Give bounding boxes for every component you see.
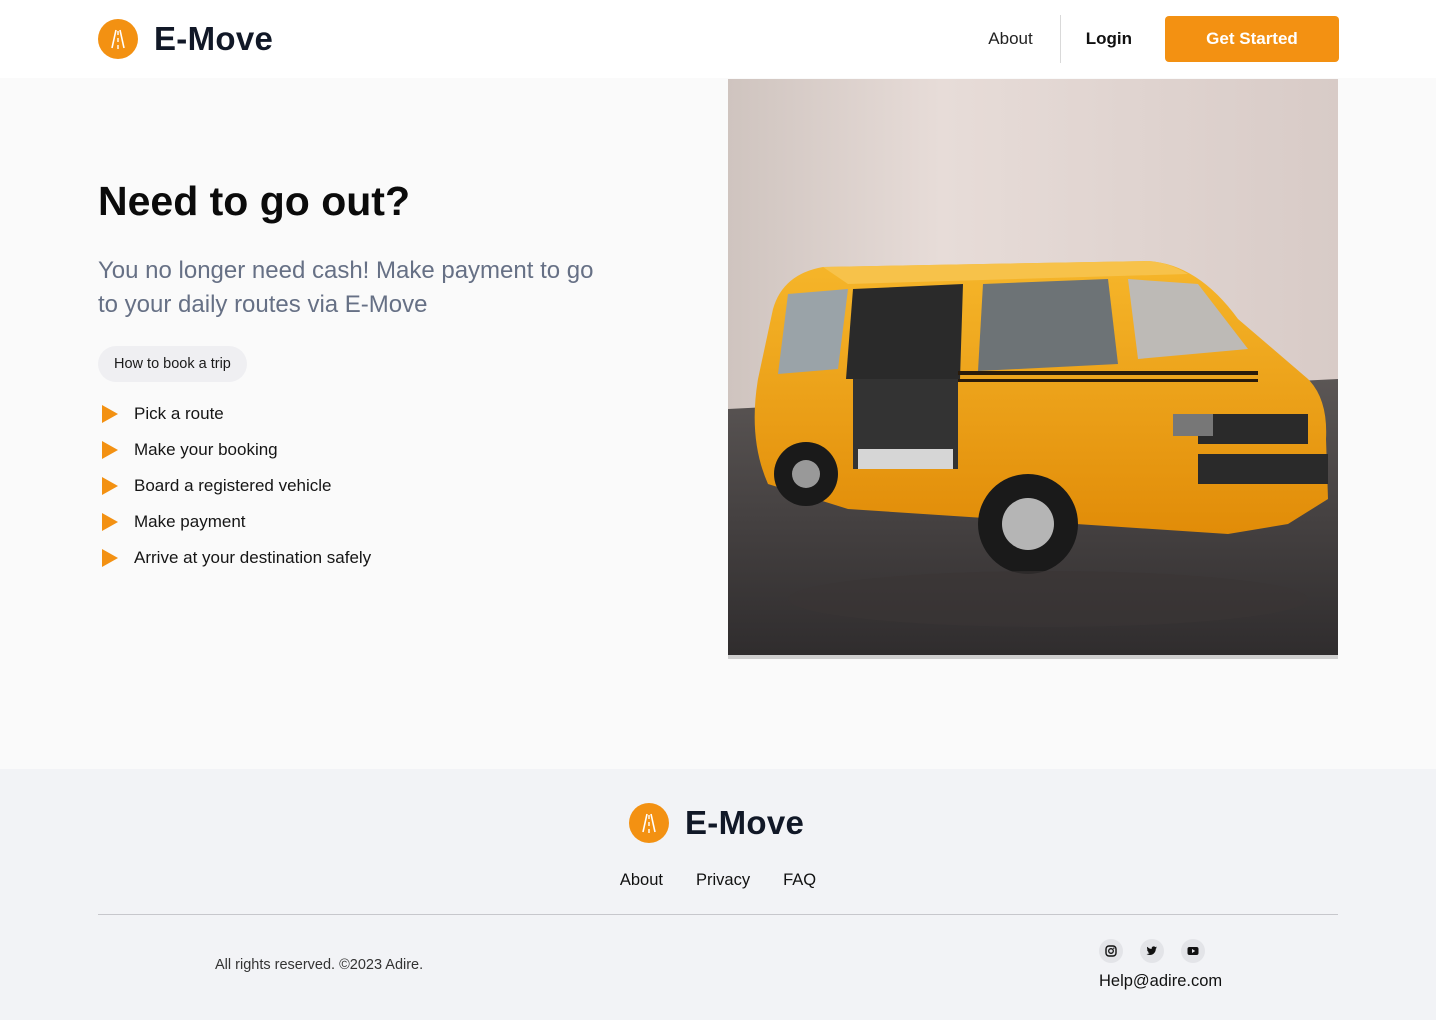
road-icon xyxy=(98,19,138,59)
footer-brand-name: E-Move xyxy=(685,804,805,841)
copyright-text: All rights reserved. ©2023 Adire. xyxy=(215,957,424,973)
youtube-icon[interactable] xyxy=(1181,939,1205,963)
step-label: Pick a route xyxy=(134,404,224,423)
step-label: Board a registered vehicle xyxy=(134,476,332,495)
footer-divider xyxy=(98,914,1338,915)
footer-about-link[interactable]: About xyxy=(620,871,663,890)
footer-privacy-link[interactable]: Privacy xyxy=(696,871,750,890)
site-footer: E-Move About Privacy FAQ All rights rese… xyxy=(0,769,1436,1020)
hero-subtitle: You no longer need cash! Make payment to… xyxy=(98,257,594,318)
footer-brand-logo[interactable]: E-Move xyxy=(629,803,804,843)
yellow-van-image xyxy=(728,79,1338,659)
brand-logo[interactable]: E-Move xyxy=(98,19,273,59)
site-header: E-Move About Login Get Started xyxy=(0,0,1436,78)
footer-faq-link[interactable]: FAQ xyxy=(783,871,816,890)
step-label: Make payment xyxy=(134,512,246,531)
brand-name: E-Move xyxy=(154,20,274,57)
help-email[interactable]: Help@adire.com xyxy=(1099,972,1222,991)
play-arrow-icon xyxy=(102,477,118,495)
step-item: Make payment xyxy=(102,504,371,540)
instagram-icon[interactable] xyxy=(1099,939,1123,963)
step-item: Pick a route xyxy=(102,396,371,432)
hero-title: Need to go out? xyxy=(98,178,411,224)
nav-divider xyxy=(1059,15,1061,63)
step-item: Make your booking xyxy=(102,432,371,468)
get-started-button[interactable]: Get Started xyxy=(1165,16,1339,62)
nav-about-link[interactable]: About xyxy=(988,29,1059,49)
footer-links: About Privacy FAQ xyxy=(0,871,1436,890)
booking-steps-list: Pick a route Make your booking Board a r… xyxy=(102,396,371,576)
road-icon xyxy=(629,803,669,843)
play-arrow-icon xyxy=(102,405,118,423)
nav-login-link[interactable]: Login xyxy=(1086,29,1132,49)
top-nav: About Login Get Started xyxy=(988,15,1339,63)
step-item: Arrive at your destination safely xyxy=(102,540,371,576)
step-label: Make your booking xyxy=(134,440,278,459)
step-label: Arrive at your destination safely xyxy=(134,548,372,567)
social-links xyxy=(1099,939,1205,963)
play-arrow-icon xyxy=(102,549,118,567)
play-arrow-icon xyxy=(102,441,118,459)
twitter-icon[interactable] xyxy=(1140,939,1164,963)
how-to-book-pill: How to book a trip xyxy=(98,346,247,382)
step-item: Board a registered vehicle xyxy=(102,468,371,504)
play-arrow-icon xyxy=(102,513,118,531)
